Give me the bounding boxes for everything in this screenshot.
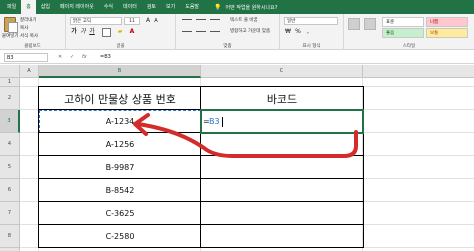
tab-formulas[interactable]: 수식 [99, 0, 118, 14]
font-group-label: 글꼴 [116, 44, 125, 49]
italic-button[interactable]: 가 [79, 28, 87, 36]
comma-icon[interactable]: , [304, 28, 312, 36]
percent-icon[interactable]: % [294, 28, 302, 36]
table-border [38, 224, 364, 225]
worksheet-grid: A B C 1 2 3 4 5 6 7 8 고하이 만물상 상품 번호 바코드 … [0, 65, 474, 251]
table-border [38, 86, 39, 248]
tab-help[interactable]: 도움말 [180, 0, 204, 14]
format-painter-button[interactable]: 서식 복사 [20, 33, 38, 39]
align-middle-icon[interactable] [196, 19, 206, 20]
edit-reference: B3 [209, 117, 220, 126]
ribbon-home: 붙여넣기 잘라내기 복사 서식 복사 클립보드 맑은 고딕 11 A A 가 가… [0, 14, 474, 50]
font-size-select[interactable]: 11 [124, 17, 140, 25]
conditional-format-icon[interactable] [348, 18, 360, 30]
cancel-icon[interactable]: ✕ [58, 53, 62, 62]
style-neutral[interactable]: 보통 [426, 28, 468, 38]
table-border [38, 86, 364, 87]
tab-insert[interactable]: 삽입 [36, 0, 55, 14]
cell-b6[interactable]: B-8542 [39, 179, 201, 202]
row-header-7[interactable]: 7 [0, 202, 20, 225]
align-top-icon[interactable] [182, 19, 192, 20]
row-header-4[interactable]: 4 [0, 133, 20, 156]
cell-b2-header[interactable]: 고하이 만물상 상품 번호 [39, 87, 201, 110]
copy-button[interactable]: 복사 [20, 25, 28, 31]
bold-button[interactable]: 가 [70, 28, 78, 36]
tab-review[interactable]: 검토 [142, 0, 161, 14]
fill-color-icon[interactable]: ▰ [116, 28, 124, 36]
align-center-icon[interactable] [196, 31, 206, 32]
style-good[interactable]: 좋음 [382, 28, 424, 38]
row-header-8[interactable]: 8 [0, 225, 20, 248]
column-header-b[interactable]: B [39, 65, 201, 78]
select-all-corner[interactable] [0, 65, 20, 78]
shrink-font-icon[interactable]: A [152, 17, 160, 25]
align-left-icon[interactable] [182, 31, 192, 32]
styles-group-label: 스타일 [402, 44, 416, 49]
format-as-table-icon[interactable] [364, 18, 376, 30]
formula-bar: B3 ✕ ✓ fx =B3 [0, 51, 474, 64]
row-header-2[interactable]: 2 [0, 87, 20, 110]
number-format-select[interactable]: 일반 [284, 17, 338, 25]
tab-file[interactable]: 파일 [2, 0, 21, 14]
clipboard-group: 붙여넣기 잘라내기 복사 서식 복사 클립보드 [0, 14, 66, 50]
cell-b8[interactable]: C-2580 [39, 225, 201, 248]
column-header-c[interactable]: C [201, 65, 363, 78]
tab-home[interactable]: 홈 [21, 0, 36, 14]
table-border [38, 178, 364, 179]
column-header-blank [363, 65, 474, 78]
lightbulb-icon: 💡 [214, 3, 222, 11]
number-group: 일반 ₩ % , 표시 형식 [280, 14, 344, 50]
styles-group: 표준 나쁨 좋음 보통 스타일 [344, 14, 474, 50]
name-box[interactable]: B3 [4, 53, 48, 62]
paste-icon[interactable] [4, 17, 18, 33]
currency-icon[interactable]: ₩ [284, 28, 292, 36]
style-bad[interactable]: 나쁨 [426, 17, 468, 27]
clipboard-group-label: 클립보드 [24, 44, 41, 49]
style-normal[interactable]: 표준 [382, 17, 424, 27]
paste-button-label[interactable]: 붙여넣기 [2, 33, 19, 39]
table-border [38, 155, 364, 156]
row-header-6[interactable]: 6 [0, 179, 20, 202]
grow-font-icon[interactable]: A [144, 17, 152, 25]
cell-b4[interactable]: A-1256 [39, 133, 201, 156]
cut-button[interactable]: 잘라내기 [20, 17, 37, 23]
tab-data[interactable]: 데이터 [118, 0, 142, 14]
tab-view[interactable]: 보기 [161, 0, 180, 14]
text-caret [222, 117, 223, 127]
alignment-group: 텍스트 줄 바꿈 병합하고 가운데 맞춤 맞춤 [176, 14, 280, 50]
alignment-group-label: 맞춤 [223, 44, 232, 49]
column-header-a[interactable]: A [20, 65, 39, 78]
underline-button[interactable]: 가 [88, 28, 96, 36]
font-name-select[interactable]: 맑은 고딕 [70, 17, 122, 25]
tell-me-search[interactable]: 어떤 작업을 원하시나요? [226, 4, 278, 11]
wrap-text-button[interactable]: 텍스트 줄 바꿈 [230, 17, 258, 23]
table-border [38, 201, 364, 202]
cell-c2-header[interactable]: 바코드 [201, 87, 363, 110]
row-header-1[interactable]: 1 [0, 78, 20, 87]
cell-b3[interactable]: A-1234 [39, 110, 201, 133]
number-group-label: 표시 형식 [302, 44, 321, 49]
fx-icon[interactable]: fx [82, 53, 87, 62]
align-right-icon[interactable] [210, 31, 220, 32]
font-group: 맑은 고딕 11 A A 가 가 가 ▰ A 글꼴 [66, 14, 176, 50]
excel-window: 파일 홈 삽입 페이지 레이아웃 수식 데이터 검토 보기 도움말 💡 어떤 작… [0, 0, 474, 251]
cell-b7[interactable]: C-3625 [39, 202, 201, 225]
align-bottom-icon[interactable] [210, 19, 220, 20]
active-cell-c3[interactable] [200, 109, 364, 134]
row-header-5[interactable]: 5 [0, 156, 20, 179]
merge-center-button[interactable]: 병합하고 가운데 맞춤 [230, 28, 270, 34]
table-border [38, 247, 364, 248]
enter-icon[interactable]: ✓ [70, 53, 74, 62]
ribbon-tab-bar: 파일 홈 삽입 페이지 레이아웃 수식 데이터 검토 보기 도움말 💡 어떤 작… [0, 0, 474, 14]
border-icon[interactable] [102, 28, 111, 37]
row-header-3[interactable]: 3 [0, 110, 20, 133]
font-color-icon[interactable]: A [128, 28, 136, 36]
formula-input[interactable]: =B3 [100, 53, 470, 62]
cell-b5[interactable]: B-9987 [39, 156, 201, 179]
tab-page-layout[interactable]: 페이지 레이아웃 [55, 0, 99, 14]
